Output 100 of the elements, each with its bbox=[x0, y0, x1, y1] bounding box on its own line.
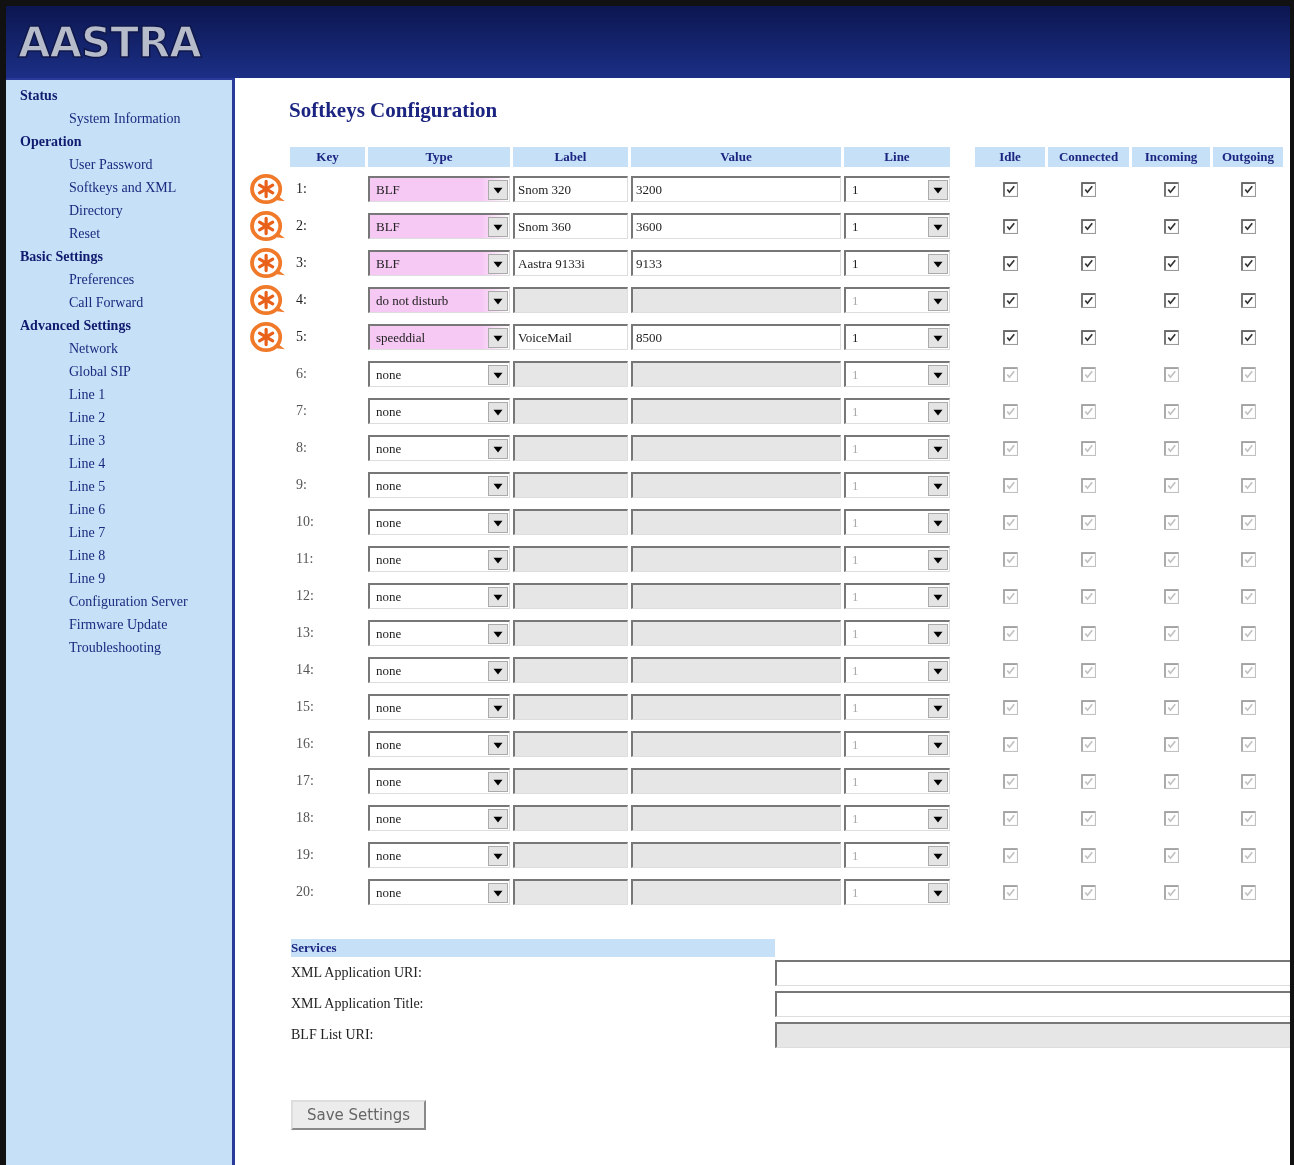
key-number: 8: bbox=[295, 440, 308, 456]
type-select[interactable]: BLF bbox=[368, 250, 510, 276]
field-label: XML Application Title: bbox=[291, 995, 425, 1012]
key-number: 11: bbox=[295, 551, 315, 567]
type-select[interactable]: speeddial bbox=[368, 324, 510, 350]
key-number: 10: bbox=[295, 514, 315, 530]
asterisk-icon bbox=[249, 284, 287, 316]
key-number: 2: bbox=[295, 218, 308, 234]
checkbox[interactable] bbox=[1002, 181, 1018, 197]
key-number: 12: bbox=[295, 588, 315, 604]
checkbox[interactable] bbox=[1163, 329, 1179, 345]
checkbox[interactable] bbox=[1240, 329, 1256, 345]
checkbox[interactable] bbox=[1163, 218, 1179, 234]
sidebar-link[interactable]: Network bbox=[6, 337, 232, 360]
key-number: 7: bbox=[295, 403, 308, 419]
key-number: 3: bbox=[295, 255, 308, 271]
sidebar-link[interactable]: Call Forward bbox=[6, 291, 232, 314]
checkbox[interactable] bbox=[1081, 255, 1096, 271]
label-field[interactable]: VoiceMail bbox=[513, 324, 628, 350]
column-header: Line bbox=[844, 147, 950, 167]
checkbox[interactable] bbox=[1002, 218, 1018, 234]
key-number: 15: bbox=[295, 699, 315, 715]
checkbox[interactable] bbox=[1240, 218, 1256, 234]
sidebar-heading[interactable]: Status bbox=[6, 84, 232, 107]
sidebar-link[interactable]: Troubleshooting bbox=[6, 636, 232, 659]
checkbox[interactable] bbox=[1002, 255, 1018, 271]
sidebar-link[interactable]: Line 4 bbox=[6, 452, 232, 475]
sidebar-link[interactable]: Line 2 bbox=[6, 406, 232, 429]
checkbox[interactable] bbox=[1081, 181, 1096, 197]
asterisk-icon bbox=[249, 173, 287, 205]
sidebar-link[interactable]: Global SIP bbox=[6, 360, 232, 383]
sidebar-link[interactable]: Directory bbox=[6, 199, 232, 222]
logo: AASTRA bbox=[18, 17, 201, 67]
key-number: 1: bbox=[295, 181, 308, 197]
column-header: Key bbox=[290, 147, 365, 167]
label-field[interactable]: Snom 320 bbox=[513, 176, 628, 202]
key-number: 5: bbox=[295, 329, 308, 345]
sidebar-link[interactable]: Reset bbox=[6, 222, 232, 245]
sidebar-heading[interactable]: Advanced Settings bbox=[6, 314, 232, 337]
type-select[interactable]: BLF bbox=[368, 213, 510, 239]
key-number: 13: bbox=[295, 625, 315, 641]
asterisk-icon bbox=[249, 247, 287, 279]
column-header: Label bbox=[513, 147, 628, 167]
sidebar-link[interactable]: User Password bbox=[6, 153, 232, 176]
column-header: Incoming bbox=[1132, 147, 1210, 167]
value-field[interactable]: 9133 bbox=[631, 250, 841, 276]
asterisk-icon bbox=[249, 210, 287, 242]
field-label: BLF List URI: bbox=[291, 1026, 375, 1043]
key-number: 6: bbox=[295, 366, 308, 382]
line-select[interactable]: 1 bbox=[844, 176, 950, 202]
sidebar-link[interactable]: Line 6 bbox=[6, 498, 232, 521]
column-header: Connected bbox=[1048, 147, 1129, 167]
key-number: 4: bbox=[295, 292, 308, 308]
sidebar-link[interactable]: Configuration Server bbox=[6, 590, 232, 613]
text-field[interactable] bbox=[774, 959, 1290, 986]
sidebar-link[interactable]: Line 9 bbox=[6, 567, 232, 590]
sidebar-link[interactable]: Line 3 bbox=[6, 429, 232, 452]
key-number: 9: bbox=[295, 477, 308, 493]
sidebar-heading[interactable]: Basic Settings bbox=[6, 245, 232, 268]
asterisk-icon bbox=[249, 321, 287, 353]
line-select[interactable]: 1 bbox=[844, 213, 950, 239]
checkbox[interactable] bbox=[1163, 255, 1179, 271]
key-number: 19: bbox=[295, 847, 315, 863]
sidebar-link[interactable]: Line 5 bbox=[6, 475, 232, 498]
checkbox[interactable] bbox=[1163, 181, 1179, 197]
checkbox[interactable] bbox=[1081, 329, 1096, 345]
type-select[interactable]: BLF bbox=[368, 176, 510, 202]
sidebar-link[interactable]: Line 7 bbox=[6, 521, 232, 544]
key-number: 16: bbox=[295, 736, 315, 752]
column-header: Value bbox=[631, 147, 841, 167]
save-button[interactable]: Save Settings bbox=[291, 1100, 427, 1130]
key-number: 18: bbox=[295, 810, 315, 826]
column-header: Outgoing bbox=[1213, 147, 1283, 167]
checkbox[interactable] bbox=[1240, 255, 1256, 271]
section-header: Services bbox=[291, 939, 775, 957]
sidebar-link[interactable]: Line 1 bbox=[6, 383, 232, 406]
sidebar-link[interactable]: System Information bbox=[6, 107, 232, 130]
sidebar-link[interactable]: Softkeys and XML bbox=[6, 176, 232, 199]
column-header: Idle bbox=[975, 147, 1045, 167]
value-field[interactable]: 3200 bbox=[631, 176, 841, 202]
sidebar-link[interactable]: Firmware Update bbox=[6, 613, 232, 636]
page-title: Softkeys Configuration bbox=[289, 98, 499, 123]
value-field[interactable]: 8500 bbox=[631, 324, 841, 350]
field-label: XML Application URI: bbox=[291, 964, 423, 981]
column-header: Type bbox=[368, 147, 510, 167]
checkbox[interactable] bbox=[1240, 181, 1256, 197]
key-number: 20: bbox=[295, 884, 315, 900]
text-field[interactable] bbox=[774, 990, 1290, 1017]
line-select[interactable]: 1 bbox=[844, 250, 950, 276]
sidebar-heading[interactable]: Operation bbox=[6, 130, 232, 153]
sidebar-link[interactable]: Line 8 bbox=[6, 544, 232, 567]
line-select[interactable]: 1 bbox=[844, 324, 950, 350]
checkbox[interactable] bbox=[1002, 329, 1018, 345]
key-number: 17: bbox=[295, 773, 315, 789]
key-number: 14: bbox=[295, 662, 315, 678]
sidebar-link[interactable]: Preferences bbox=[6, 268, 232, 291]
checkbox[interactable] bbox=[1081, 218, 1096, 234]
value-field[interactable]: 3600 bbox=[631, 213, 841, 239]
label-field[interactable]: Aastra 9133i bbox=[513, 250, 628, 276]
label-field[interactable]: Snom 360 bbox=[513, 213, 628, 239]
